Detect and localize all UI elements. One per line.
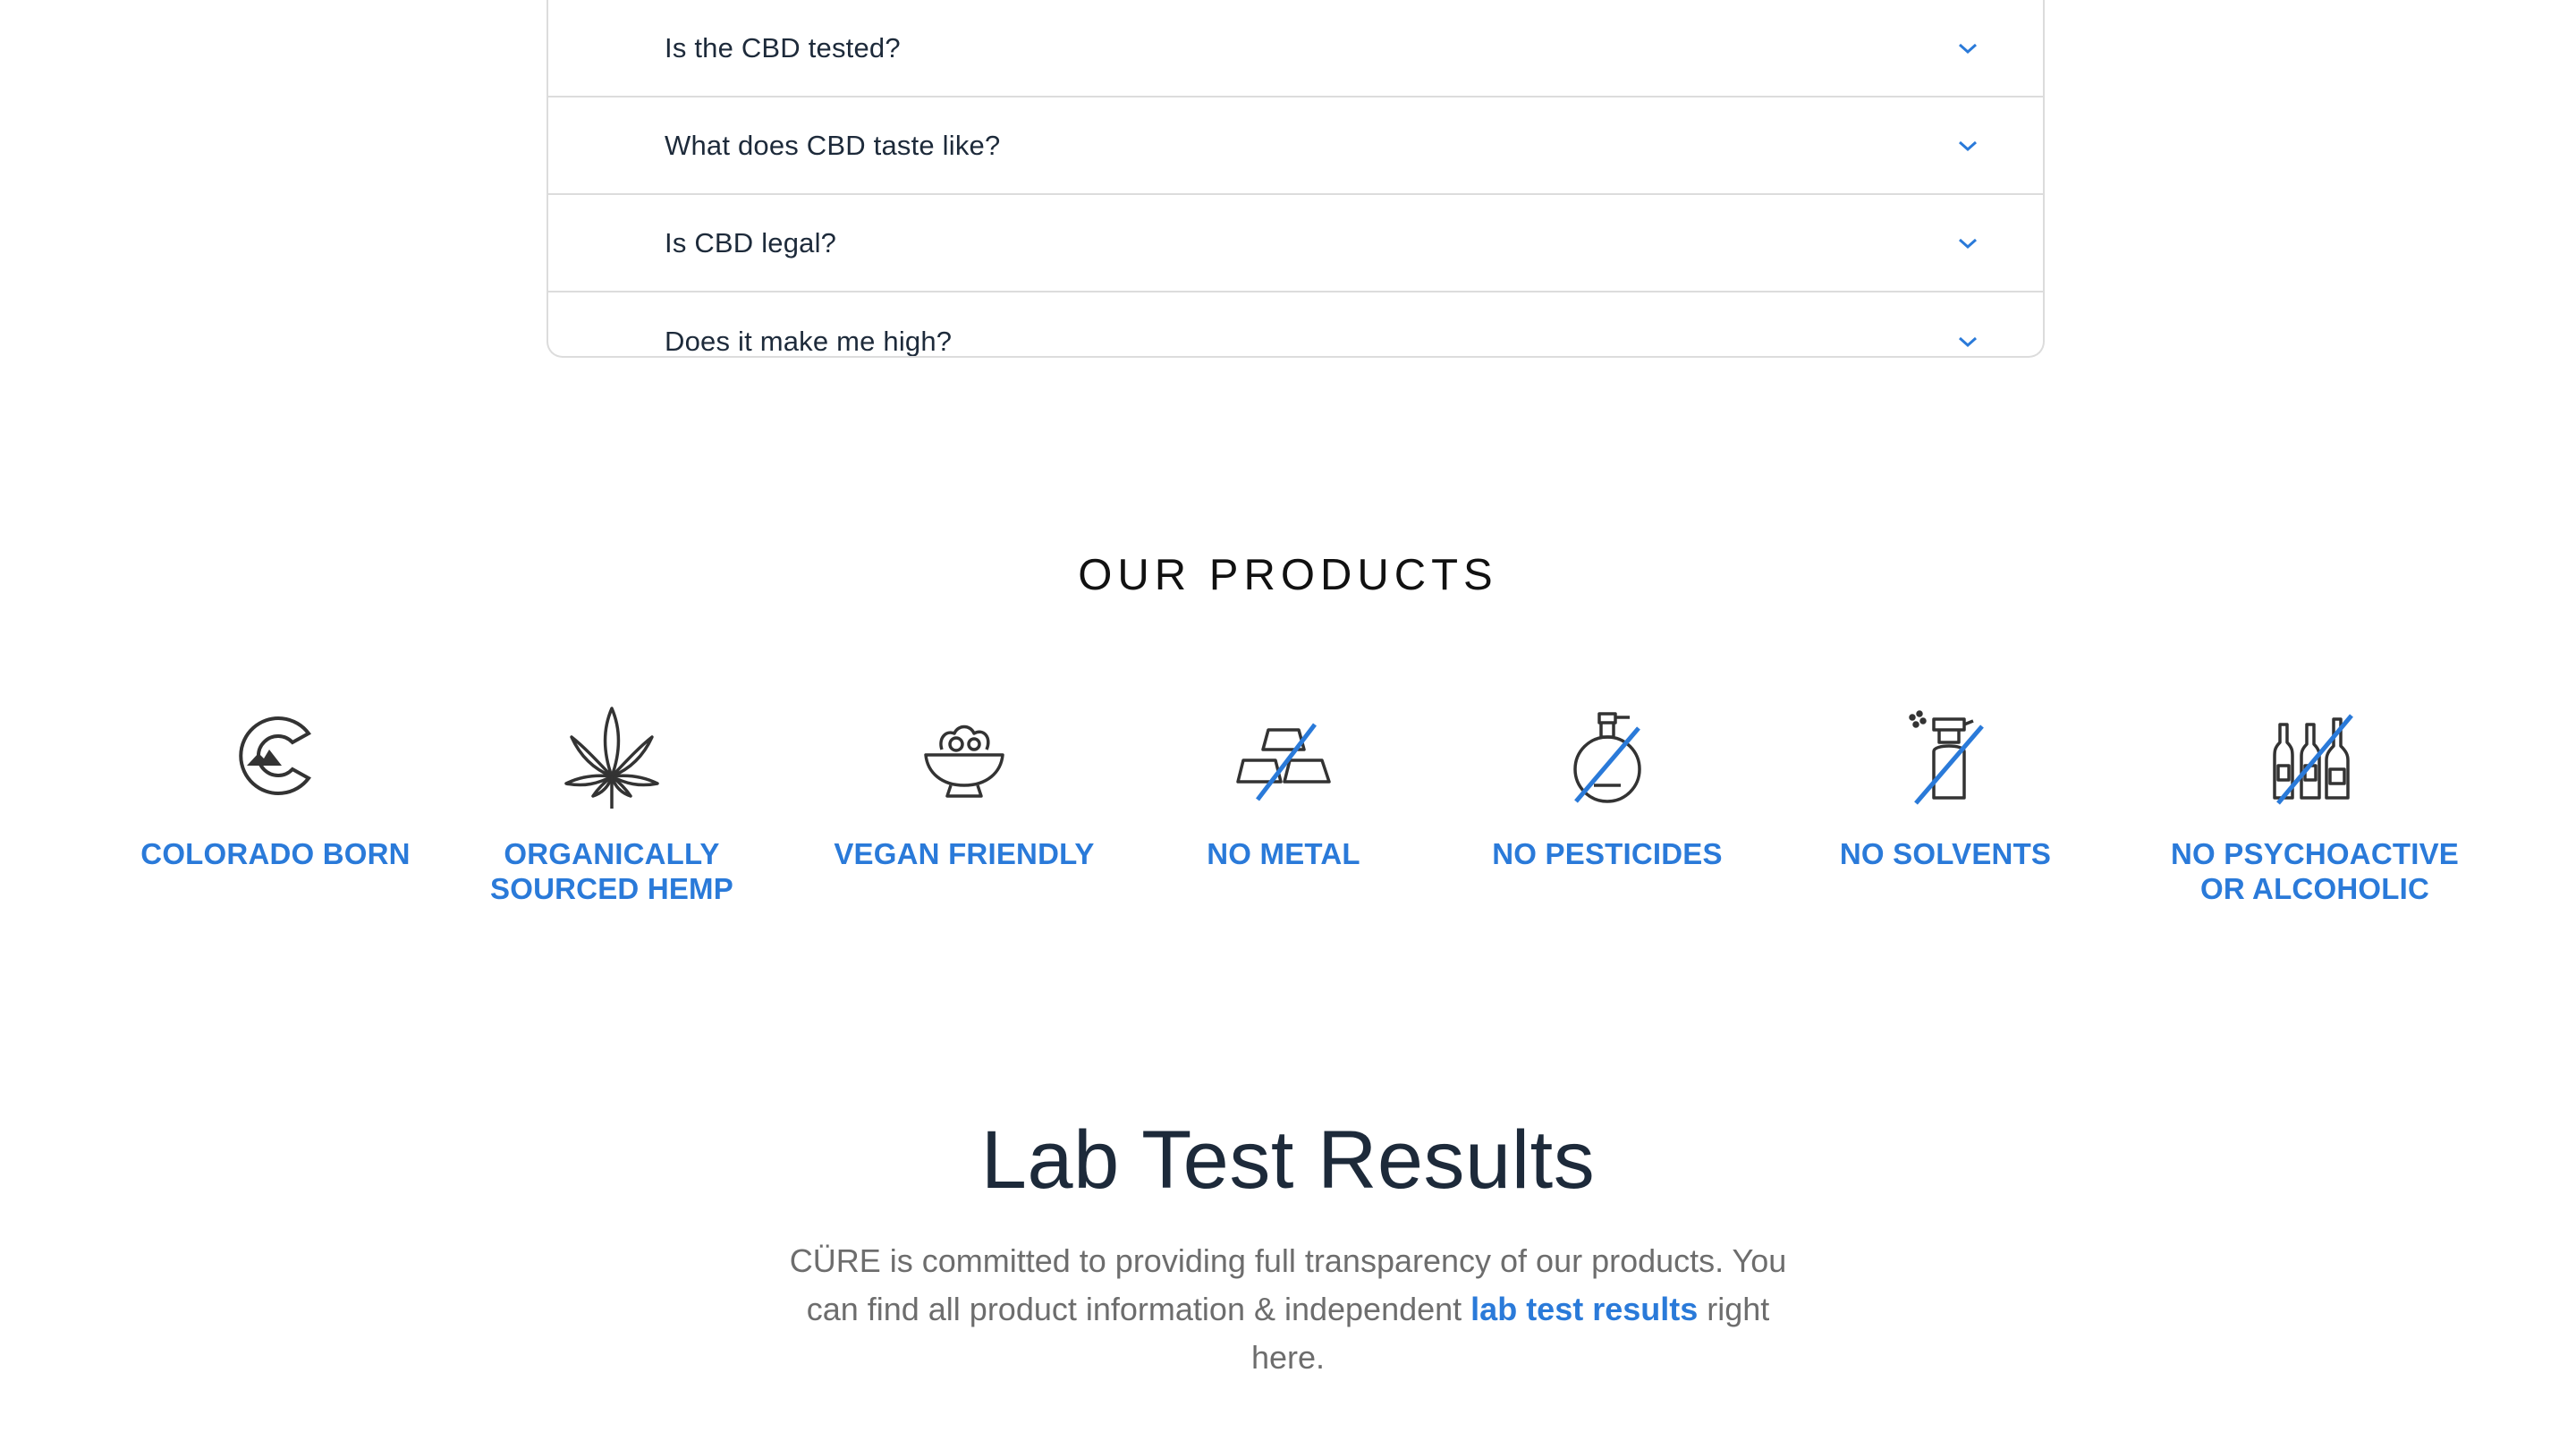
feature-label: NO PSYCHOACTIVE OR ALCOHOLIC — [2170, 837, 2460, 905]
feature-colorado-born: COLORADO BORN — [106, 698, 445, 871]
chevron-down-icon[interactable] — [1957, 41, 1979, 55]
feature-label: COLORADO BORN — [140, 837, 411, 870]
no-pesticides-icon — [1573, 712, 1641, 803]
feature-label: NO PESTICIDES — [1492, 837, 1723, 870]
feature-label: VEGAN FRIENDLY — [834, 837, 1095, 870]
lab-title: Lab Test Results — [980, 1114, 1596, 1206]
feature-no-psychoactive-or-alcoholic: NO PSYCHOACTIVE OR ALCOHOLIC — [2145, 698, 2485, 906]
chevron-down-icon[interactable] — [1957, 236, 1979, 250]
feature-no-pesticides: NO PESTICIDES — [1437, 698, 1777, 871]
faq-question: Does it make me high? — [665, 325, 953, 357]
faq-question: Is CBD legal? — [665, 226, 837, 258]
lab-results-link[interactable]: lab test results — [1470, 1291, 1698, 1327]
faq-question: What does CBD taste like? — [665, 129, 1001, 161]
chevron-down-icon[interactable] — [1957, 139, 1979, 153]
feature-label: NO SOLVENTS — [1839, 837, 2052, 870]
no-alcohol-icon — [2273, 714, 2353, 805]
faq-item[interactable]: Is CBD legal? — [548, 195, 2043, 292]
feature-organically-sourced-hemp: ORGANICALLY SOURCED HEMP — [442, 698, 782, 906]
feature-label: ORGANICALLY SOURCED HEMP — [490, 837, 733, 905]
section-title: OUR PRODUCTS — [1078, 551, 1498, 599]
feature-vegan-friendly: VEGAN FRIENDLY — [794, 698, 1134, 871]
feature-no-solvents: NO SOLVENTS — [1775, 698, 2115, 871]
lab-description: CÜRE is committed to providing full tran… — [787, 1237, 1789, 1382]
no-solvents-icon — [1909, 710, 1984, 805]
faq-accordion: Is the CBD tested? What does CBD taste l… — [547, 0, 2045, 358]
chevron-down-icon[interactable] — [1957, 335, 1979, 349]
colorado-flag-icon — [239, 716, 311, 795]
faq-item[interactable]: Does it make me high? — [548, 292, 2043, 357]
faq-item[interactable]: Is the CBD tested? — [548, 0, 2043, 97]
no-metal-icon — [1236, 723, 1331, 801]
salad-bowl-icon — [924, 724, 1004, 798]
hemp-leaf-icon — [564, 707, 659, 809]
page: Is the CBD tested? What does CBD taste l… — [0, 0, 2576, 1449]
feature-label: NO METAL — [1207, 837, 1360, 870]
faq-question: Is the CBD tested? — [665, 31, 901, 64]
feature-no-metal: NO METAL — [1114, 698, 1453, 871]
faq-item[interactable]: What does CBD taste like? — [548, 97, 2043, 195]
